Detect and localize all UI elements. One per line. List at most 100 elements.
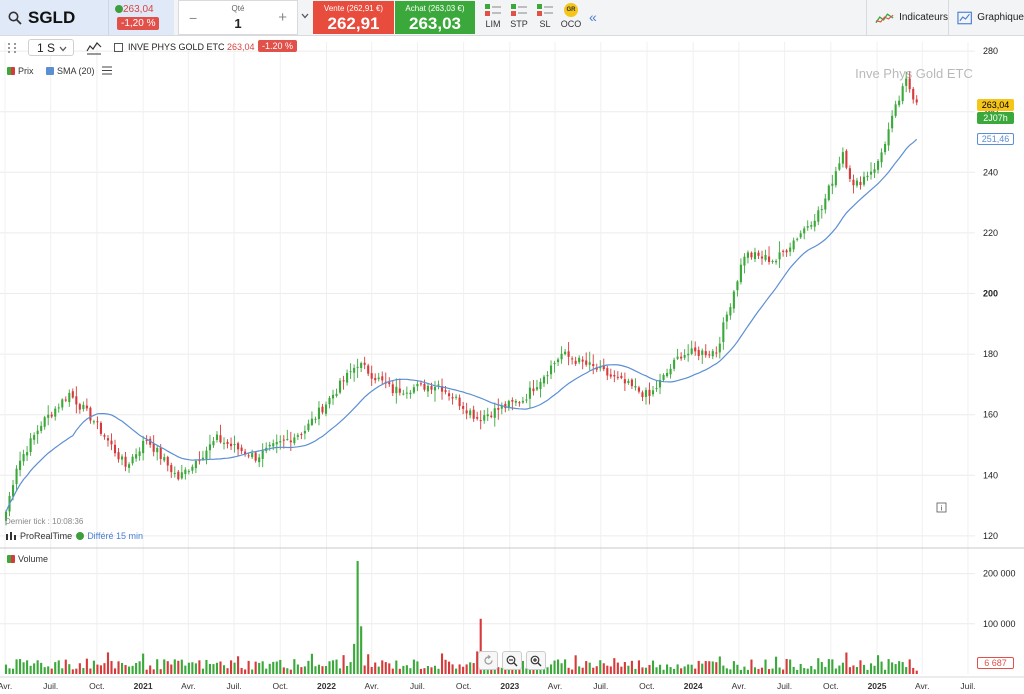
candle-body [26,452,29,456]
time-tick-label: Oct. [639,681,655,691]
zoom-in-button[interactable] [526,651,546,670]
candle-body [22,454,25,462]
volume-bar [360,626,363,674]
candle-body [92,421,95,423]
volume-bar [346,665,349,674]
chart-settings-button[interactable]: Graphique [948,0,1024,35]
qty-dropdown-button[interactable] [298,0,312,35]
symbol-search[interactable]: SGLD [0,0,108,35]
order-lim-button[interactable]: LIM [481,3,505,33]
zoom-out-icon [506,655,518,666]
candle-body [180,472,183,479]
volume-bar [131,665,134,674]
sma-legend-icon [46,67,54,75]
candle-body [215,434,219,441]
volume-bar [265,668,268,674]
buy-button[interactable]: Achat (263,03 €) 263,03 [395,1,475,34]
zoom-out-button[interactable] [502,651,522,670]
collapse-panel-button[interactable]: « [589,9,597,25]
candle-body [894,104,897,116]
candle-body [824,198,827,210]
volume-bar [690,664,693,674]
interval-select[interactable]: 1 S [28,39,74,56]
chart-area: Inve Phys Gold ETC 120 140 160 180 200 220 240… [0,42,1024,691]
volume-bar [827,659,830,674]
volume-bar [796,669,799,674]
volume-bar [328,661,331,674]
volume-bar [711,661,714,674]
volume-bar [342,655,345,674]
candle-body [725,314,728,322]
order-stp-button[interactable]: STP [507,3,531,33]
volume-bar [803,668,806,674]
candle-body [409,392,412,395]
candle-body [96,421,99,423]
volume-bar [324,666,328,674]
volume-legend[interactable]: Volume [7,554,48,564]
candle-body [54,408,57,417]
volume-bar [26,660,29,674]
volume-bar [317,664,321,674]
indicators-button[interactable]: Indicateurs [866,0,948,35]
candle-body [532,388,535,392]
volume-bar [680,668,683,674]
candle-body [542,376,546,384]
volume-bar [40,662,43,674]
candle-body [61,399,64,408]
volume-bar [275,661,278,674]
candle-body [739,264,742,283]
volume-bar [778,667,781,674]
volume-bar [585,661,588,674]
buy-label: Achat (263,03 €) [405,4,465,13]
candle-body [729,307,732,316]
volume-bar [300,667,303,674]
candle-body [701,350,704,355]
chart-type-icon[interactable] [86,41,102,55]
volume-bar [233,662,236,674]
candle-body [750,252,753,258]
volume-bar [331,660,335,674]
time-grid [4,42,969,674]
volume-bar [697,660,700,674]
volume-bar [215,662,219,674]
candle-body [528,387,531,399]
order-oco-button[interactable]: GR OCO [559,3,583,33]
volume-bar [704,661,707,674]
qty-plus-button[interactable]: + [278,9,287,26]
candle-body [486,414,489,417]
volume-bar [187,662,190,674]
volume-bar [247,660,250,674]
legend-list-button[interactable] [102,66,112,75]
price-legend[interactable]: Prix [7,66,34,76]
candle-body [782,250,785,252]
sma-legend[interactable]: SMA (20) [46,66,95,76]
volume-bar [251,669,254,674]
candle-body [588,362,591,365]
volume-bar [85,658,88,674]
volume-bar [813,669,816,674]
instrument-icon [114,43,123,52]
volume-bar [764,659,767,674]
candle-body [254,452,257,461]
candle-body [862,176,866,185]
time-tick-label: Oct. [456,681,472,691]
zoom-controls [476,650,550,671]
reset-zoom-button[interactable] [478,651,498,670]
quantity-stepper[interactable]: − Qté 1 + [178,0,298,35]
candle-body [743,256,746,266]
candle-body [493,408,496,418]
candle-body [557,359,560,363]
sma-legend-label: SMA (20) [57,66,95,76]
candle-body [623,379,626,384]
candle-body [644,390,648,397]
price-tick-label: 200 [983,289,998,299]
sell-button[interactable]: Vente (262,91 €) 262,91 [313,1,394,34]
order-sl-button[interactable]: SL [533,3,557,33]
volume-bar [353,643,356,674]
candle-body [535,387,539,390]
candle-body [33,435,36,440]
drag-handle-icon[interactable] [8,43,16,53]
candle-body [99,422,102,434]
volume-bar [852,665,855,674]
candle-body [760,256,764,259]
